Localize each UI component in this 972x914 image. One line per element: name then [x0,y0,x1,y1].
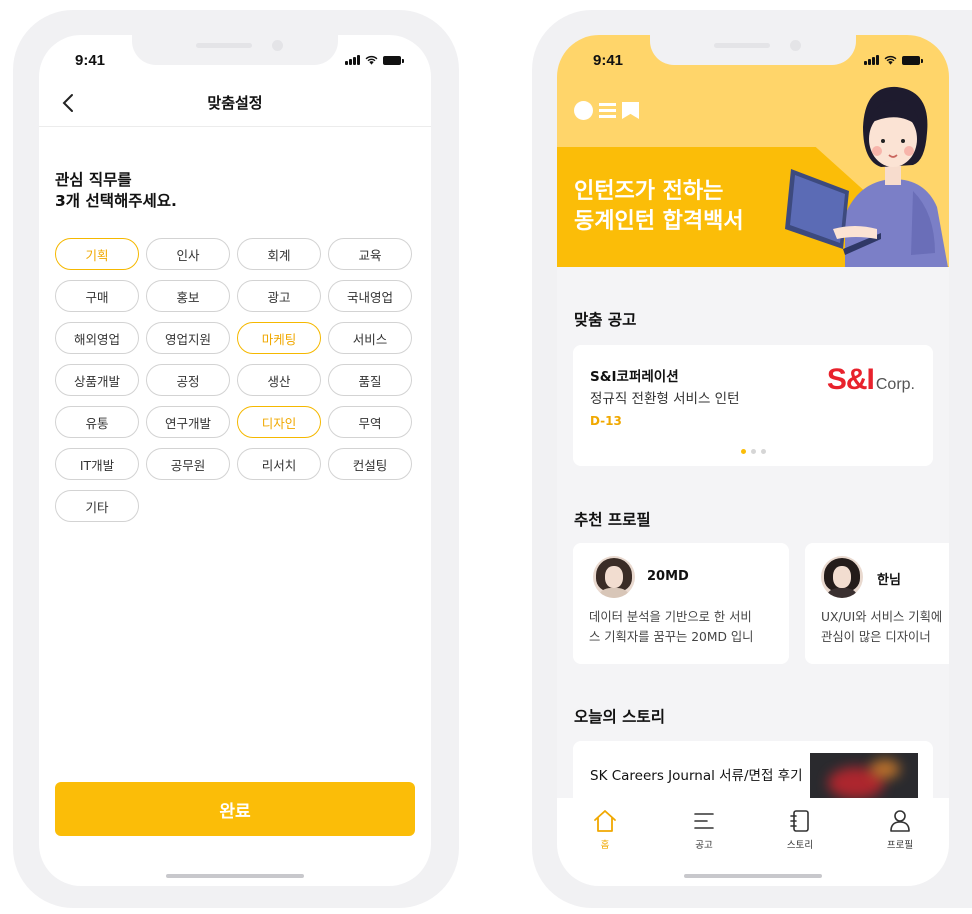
signal-icon [864,55,879,65]
tab-jobs[interactable]: 공고 [674,806,734,851]
carousel-dots[interactable] [573,449,933,454]
app-logo [574,101,639,120]
status-time: 9:41 [593,52,624,69]
job-chip[interactable]: 서비스 [328,322,412,354]
left-phone-screen: 9:41 맞춤설정 관심 직무를 3개 선택해주세요. 기획 인사 회계 교육구매 홍보… [39,35,431,886]
job-chip[interactable]: 국내영업 [328,280,412,312]
wifi-icon [365,55,378,65]
page-title: 맞춤설정 [207,94,263,112]
phone-notch [650,35,856,65]
job-card[interactable]: S&I코퍼레이션 정규직 전환형 서비스 인턴 D-13 S&I Corp. [573,345,933,466]
company-logo-sub: Corp. [875,376,915,393]
job-chip[interactable]: 인사 [146,238,230,270]
battery-icon [383,56,404,65]
nav-bar: 맞춤설정 [39,85,431,127]
tab-home[interactable]: 홈 [575,806,635,851]
signal-icon [345,55,360,65]
carousel-dot[interactable] [740,449,746,454]
question-line: 3개 선택해주세요. [55,192,177,210]
job-chip[interactable]: 상품개발 [55,364,139,396]
job-chip[interactable]: 영업지원 [146,322,230,354]
job-chip[interactable]: 공무원 [146,448,230,480]
banner-title: 인턴즈가 전하는 동계인턴 합격백서 [574,177,744,237]
job-chip[interactable]: 해외영업 [55,322,139,354]
wifi-icon [884,55,897,65]
job-company: S&I코퍼레이션 [590,369,679,385]
battery-icon [902,56,923,65]
home-indicator [684,874,822,878]
profile-desc: 데이터 분석을 기반으로 한 서비 스 기획자를 꿈꾸는 20MD 입니 [589,607,775,647]
section-title-stories: 오늘의 스토리 [574,708,665,726]
avatar [593,556,635,598]
avatar [821,556,863,598]
job-chip[interactable]: 기타 [55,490,139,522]
profile-desc-line: 데이터 분석을 기반으로 한 서비 [589,610,752,624]
job-chip[interactable]: 홍보 [146,280,230,312]
profile-desc-line: 관심이 많은 디자이너 [821,630,931,644]
tab-label: 공고 [695,840,713,851]
banner-line: 인턴즈가 전하는 [574,179,724,204]
tab-story[interactable]: 스토리 [770,806,830,851]
job-chip-grid: 기획 인사 회계 교육구매 홍보 광고 국내영업해외영업 영업지원 마케팅 서비스상품개발 공정 생산… [55,238,415,522]
section-title-profiles: 추천 프로필 [574,511,651,529]
done-button[interactable]: 완료 [55,782,415,836]
story-title: SK Careers Journal 서류/면접 후기 [590,768,803,784]
profile-card[interactable]: 한님 UX/UI와 서비스 기획에 관심이 많은 디자이너 [805,543,949,664]
profile-name: 20MD [647,569,689,584]
company-logo-main: S&I [826,363,875,396]
job-chip[interactable]: 리서치 [237,448,321,480]
job-chip[interactable]: 기획 [55,238,139,270]
question-line: 관심 직무를 [55,171,132,189]
job-chip[interactable]: 무역 [328,406,412,438]
job-chip[interactable]: 컨설팅 [328,448,412,480]
list-icon [694,813,714,829]
section-title-jobs: 맞춤 공고 [574,311,637,329]
job-chip[interactable]: 유통 [55,406,139,438]
job-chip[interactable]: 광고 [237,280,321,312]
tab-label: 프로필 [886,840,914,851]
home-icon [594,810,616,832]
job-dday-badge: D-13 [590,414,622,428]
banner-illustration [785,86,948,267]
company-logo: S&I Corp. [827,363,915,397]
job-chip[interactable]: IT개발 [55,448,139,480]
tab-label: 스토리 [786,840,814,851]
notebook-icon [790,810,809,832]
carousel-dot[interactable] [760,449,766,454]
tab-label: 홈 [600,840,610,851]
job-chip[interactable]: 품질 [328,364,412,396]
status-icons [345,55,404,65]
job-title: 정규직 전환형 서비스 인턴 [590,391,740,407]
bottom-tab-bar: 홈 공고 스토리 프로필 [557,798,949,886]
home-indicator [166,874,304,878]
job-chip[interactable]: 생산 [237,364,321,396]
promo-banner[interactable]: 인턴즈가 전하는 동계인턴 합격백서 9:41 [557,35,949,267]
phone-notch [132,35,338,65]
job-chip[interactable]: 구매 [55,280,139,312]
job-chip[interactable]: 공정 [146,364,230,396]
status-icons [864,55,923,65]
job-chip[interactable]: 디자인 [237,406,321,438]
job-chip[interactable]: 연구개발 [146,406,230,438]
profile-desc-line: 스 기획자를 꿈꾸는 20MD 입니 [589,630,754,644]
tab-profile[interactable]: 프로필 [870,806,930,851]
right-phone-screen: 인턴즈가 전하는 동계인턴 합격백서 9:41 맞춤 공고 S&I코퍼레이션 정… [557,35,949,886]
profile-desc-line: UX/UI와 서비스 기획에 [821,610,943,624]
job-chip[interactable]: 마케팅 [237,322,321,354]
carousel-dot[interactable] [750,449,756,454]
profile-name: 한님 [877,573,901,588]
profile-card[interactable]: 20MD 데이터 분석을 기반으로 한 서비 스 기획자를 꿈꾸는 20MD 입… [573,543,789,664]
person-icon [890,810,910,832]
job-chip[interactable]: 교육 [328,238,412,270]
profile-desc: UX/UI와 서비스 기획에 관심이 많은 디자이너 [821,607,949,647]
banner-line: 동계인턴 합격백서 [574,209,744,234]
job-chip[interactable]: 회계 [237,238,321,270]
question-text: 관심 직무를 3개 선택해주세요. [55,170,177,212]
status-time: 9:41 [75,52,106,69]
